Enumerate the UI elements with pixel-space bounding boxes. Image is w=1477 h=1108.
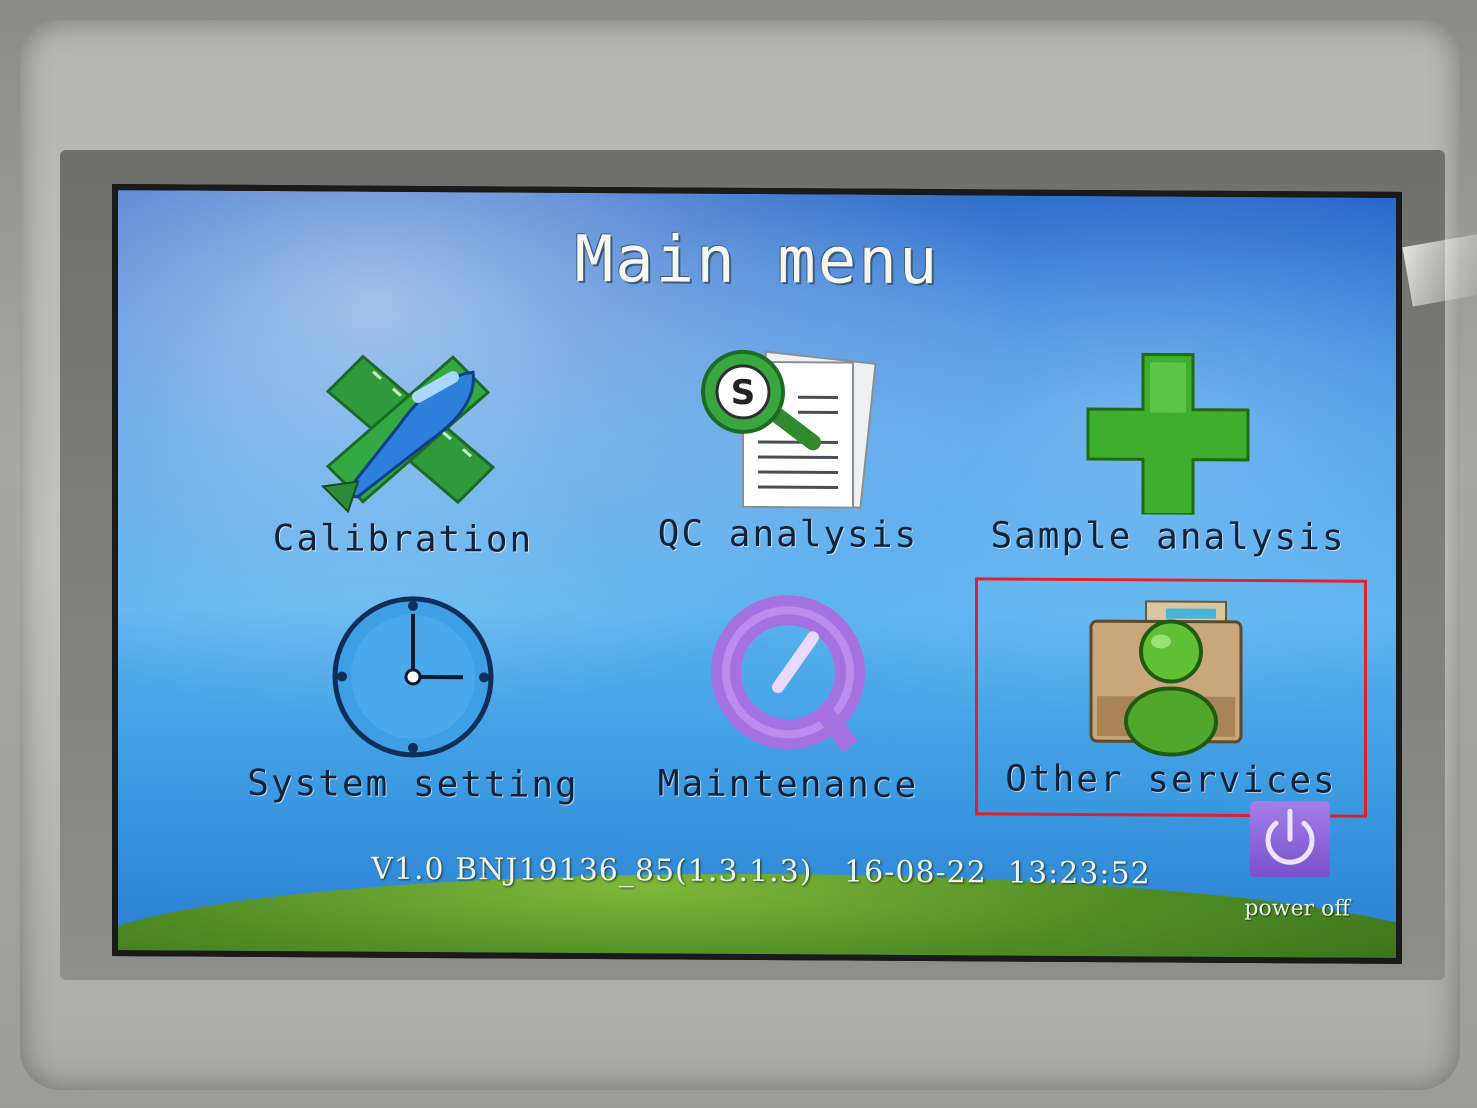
date-text: 16-08-22 xyxy=(844,854,987,891)
menu-label-qc-analysis: QC analysis xyxy=(657,513,919,556)
menu-label-maintenance: Maintenance xyxy=(657,763,919,806)
status-bar: V1.0 BNJ19136_85(1.3.1.3) 16-08-22 13:23… xyxy=(308,816,1151,926)
page-title: Main menu xyxy=(574,222,940,300)
svg-text:S: S xyxy=(731,373,755,413)
qc-analysis-icon: S xyxy=(688,342,888,513)
menu-item-system-setting[interactable]: System setting xyxy=(233,591,593,823)
tape-glare xyxy=(1402,233,1477,307)
menu-item-other-services[interactable]: Other services xyxy=(975,577,1367,818)
menu-item-sample-analysis[interactable]: Sample analysis xyxy=(988,343,1348,575)
power-off-label: power off xyxy=(1244,895,1350,922)
maintenance-icon xyxy=(688,592,888,763)
menu-item-maintenance[interactable]: Maintenance xyxy=(608,591,968,823)
calibration-icon xyxy=(303,346,503,517)
power-off-button[interactable]: power off xyxy=(1240,801,1350,922)
time-text: 13:23:52 xyxy=(1007,855,1151,892)
screen-background: Main menu Calibration S QC analysis Samp… xyxy=(112,190,1402,964)
menu-label-other-services: Other services xyxy=(1005,758,1337,802)
other-services-icon xyxy=(1071,596,1271,767)
menu-item-calibration[interactable]: Calibration xyxy=(223,346,583,578)
power-icon xyxy=(1250,801,1330,878)
menu-label-system-setting: System setting xyxy=(247,762,579,806)
touch-screen: Main menu Calibration S QC analysis Samp… xyxy=(112,184,1402,964)
menu-label-sample-analysis: Sample analysis xyxy=(990,515,1346,559)
menu-item-qc-analysis[interactable]: S QC analysis xyxy=(608,341,968,573)
sample-analysis-icon xyxy=(1068,344,1268,517)
version-text: V1.0 BNJ19136_85(1.3.1.3) xyxy=(371,851,813,890)
clock-icon xyxy=(313,591,513,762)
menu-label-calibration: Calibration xyxy=(272,518,534,561)
